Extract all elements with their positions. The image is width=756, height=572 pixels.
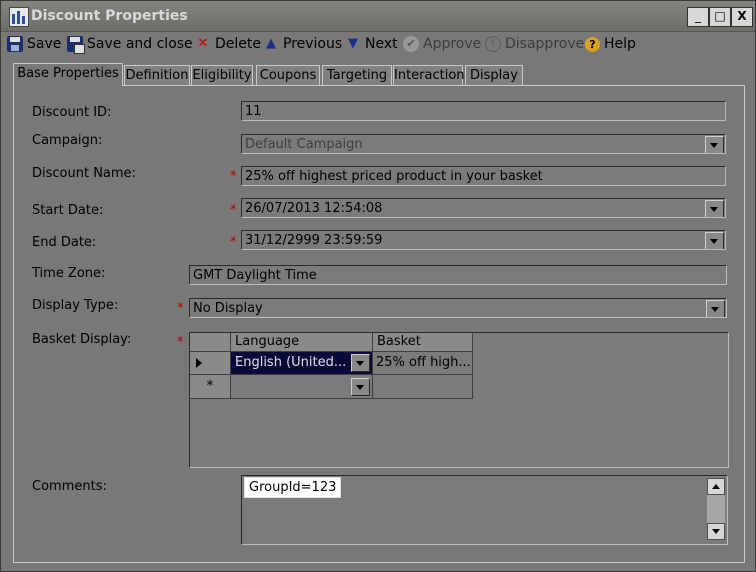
start-date-label: Start Date: [32,203,104,218]
grid-corner-header [190,333,231,352]
save-close-icon [67,36,85,54]
current-row-arrow-icon [196,358,202,368]
app-icon [9,7,29,27]
previous-label: Previous [283,36,343,52]
campaign-dropdown-arrow-icon[interactable] [705,136,724,153]
grid-cell-new-basket[interactable] [373,375,473,399]
column-header-language[interactable]: Language [231,333,373,352]
title-bar[interactable]: Discount Properties _ □ X [1,1,755,32]
arrow-up-icon: ▲ [266,36,276,51]
check-circle-icon: ✔ [403,36,419,52]
disapprove-button[interactable]: ! Disapprove [485,34,584,54]
new-row-selector[interactable]: * [190,375,231,399]
comments-text: GroupId=123 [244,477,342,498]
scroll-down-button[interactable] [707,523,725,540]
close-button[interactable]: X [731,7,753,27]
tab-interaction[interactable]: Interaction [393,65,465,86]
approve-button[interactable]: ✔ Approve [403,34,481,54]
row-selector[interactable] [190,352,231,375]
display-type-select[interactable]: No Display [189,298,727,318]
tab-eligibility[interactable]: Eligibility [191,65,253,86]
end-date-dropdown-arrow-icon[interactable] [705,232,724,249]
grid-cell-new-language[interactable] [231,375,373,399]
start-date-value: 26/07/2013 12:54:08 [245,201,383,216]
start-date-dropdown-arrow-icon[interactable] [705,200,724,217]
save-button[interactable]: Save [7,34,61,54]
tab-coupons[interactable]: Coupons [256,65,320,86]
help-button[interactable]: ? Help [585,34,636,54]
save-and-close-button[interactable]: Save and close [67,34,193,54]
grid-cell-basket[interactable]: 25% off high... [373,352,473,375]
next-button[interactable]: ▼ Next [345,34,398,54]
column-header-basket[interactable]: Basket [373,333,473,352]
delete-label: Delete [215,36,261,52]
new-language-dropdown-arrow-icon[interactable] [351,378,370,396]
discount-name-input[interactable]: 25% off highest priced product in your b… [241,166,726,186]
required-marker: * [230,235,237,250]
basket-display-grid[interactable]: Language Basket English (United... 25% o… [189,332,729,468]
save-and-close-label: Save and close [87,36,193,52]
end-date-label: End Date: [32,235,97,250]
discount-id-field: 11 [241,101,726,121]
disapprove-label: Disapprove [505,36,585,52]
help-label: Help [604,36,636,52]
tab-targeting[interactable]: Targeting [322,65,392,86]
required-marker: * [230,203,237,218]
scroll-up-button[interactable] [707,478,725,495]
help-icon: ? [585,36,600,52]
comments-label: Comments: [32,479,107,494]
display-type-dropdown-arrow-icon[interactable] [706,300,725,317]
language-dropdown-arrow-icon[interactable] [351,354,370,372]
campaign-select[interactable]: Default Campaign [241,134,726,154]
discount-name-label: Discount Name: [32,166,136,181]
exclamation-circle-icon: ! [485,36,501,52]
time-zone-label: Time Zone: [32,266,106,281]
toolbar: Save Save and close ✕ Delete ▲ Previous … [1,32,755,56]
tab-base-properties[interactable]: Base Properties [13,63,123,86]
display-type-value: No Display [193,301,263,316]
arrow-down-icon: ▼ [348,36,358,51]
time-zone-field: GMT Daylight Time [189,265,727,285]
delete-button[interactable]: ✕ Delete [195,34,261,54]
required-marker: * [230,169,237,184]
delete-icon: ✕ [197,36,209,51]
maximize-button[interactable]: □ [709,7,731,27]
tab-definition[interactable]: Definition [124,65,190,86]
comments-textarea[interactable]: GroupId=123 [241,475,728,545]
language-cell-value: English (United... [235,355,347,370]
required-marker: * [177,301,184,316]
save-icon [7,36,23,52]
window-title: Discount Properties [31,8,188,24]
minimize-button[interactable]: _ [687,7,709,27]
basket-display-label: Basket Display: [32,332,132,347]
campaign-value: Default Campaign [245,137,363,152]
next-label: Next [365,36,398,52]
display-type-label: Display Type: [32,298,119,313]
discount-properties-window: Discount Properties _ □ X Save Save and … [0,0,756,572]
comments-scrollbar[interactable] [707,478,725,540]
grid-cell-language[interactable]: English (United... [231,352,373,375]
end-date-value: 31/12/2999 23:59:59 [245,233,383,248]
previous-button[interactable]: ▲ Previous [263,34,342,54]
scroll-down-arrow-icon [712,529,720,534]
start-date-picker[interactable]: 26/07/2013 12:54:08 [241,198,726,218]
discount-id-label: Discount ID: [32,105,112,120]
save-label: Save [27,36,62,52]
scroll-up-arrow-icon [712,484,720,489]
end-date-picker[interactable]: 31/12/2999 23:59:59 [241,230,726,250]
approve-label: Approve [423,36,482,52]
required-marker: * [177,335,184,350]
tab-display[interactable]: Display [465,65,523,86]
campaign-label: Campaign: [32,133,103,148]
